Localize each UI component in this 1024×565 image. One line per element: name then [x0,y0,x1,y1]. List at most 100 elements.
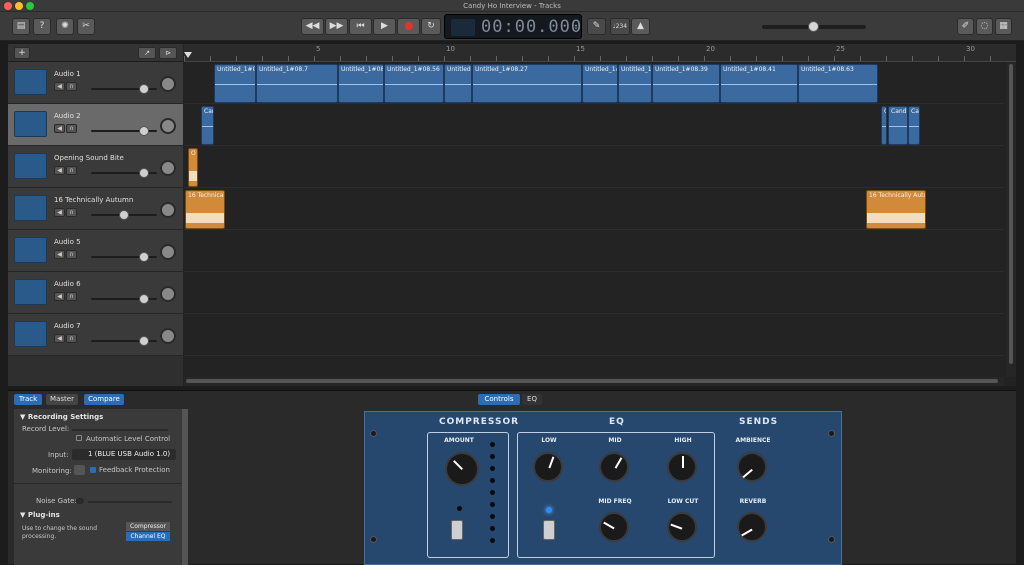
reverb-knob[interactable] [737,512,767,542]
track-header[interactable]: 16 Technically Autumn ◀ ∩ [8,188,183,230]
track-volume-knob[interactable] [119,210,129,220]
mute-button[interactable]: ◀ [54,292,65,301]
pan-knob[interactable] [160,286,176,302]
editors-button[interactable]: ✂ [77,18,95,35]
pan-knob[interactable] [160,202,176,218]
lcd-display[interactable]: 00:00.000 ⌄ [444,14,582,39]
low-knob[interactable] [533,452,563,482]
mute-button[interactable]: ◀ [54,124,65,133]
headphones-button[interactable]: ∩ [66,208,77,217]
pan-knob[interactable] [160,118,176,134]
audio-region[interactable]: Untitled_1#0 [582,64,618,103]
plugin-channel-eq[interactable]: Channel EQ [126,532,170,541]
audio-region[interactable]: Untitled [444,64,472,103]
ruler[interactable]: 5 10 15 20 25 30 [184,44,1016,62]
audio-region[interactable]: Untitled_1#08 [338,64,384,103]
tab-compare[interactable]: Compare [84,394,124,405]
audio-region[interactable]: O [188,148,198,187]
track-volume-slider[interactable] [91,336,157,346]
audio-region[interactable]: Untitled_1#08 [214,64,256,103]
audio-region[interactable]: Untitled_1#08.56 [384,64,444,103]
noise-gate-slider[interactable] [88,501,172,503]
track-lane[interactable] [184,146,1004,188]
headphones-button[interactable]: ∩ [66,82,77,91]
metronome-button[interactable]: ▲ [631,18,650,35]
track-volume-slider[interactable] [91,294,157,304]
mid-knob[interactable] [599,452,629,482]
headphones-button[interactable]: ∩ [66,124,77,133]
media-browser-button[interactable]: ▦ [995,18,1012,35]
library-button[interactable]: ▤ [12,18,30,35]
track-volume-slider[interactable] [91,210,157,220]
track-lane[interactable] [184,314,1004,356]
audio-region[interactable]: Untitled_1#08.63 [798,64,878,103]
smart-controls-button[interactable]: ✺ [56,18,74,35]
high-knob[interactable] [667,452,697,482]
forward-button[interactable]: ▶▶ [325,18,348,35]
eq-toggle[interactable] [543,520,555,540]
audio-region[interactable]: Untitled_1#08.39 [652,64,720,103]
pan-knob[interactable] [160,160,176,176]
track-header[interactable]: Opening Sound Bite ◀ ∩ [8,146,183,188]
mute-button[interactable]: ◀ [54,82,65,91]
tab-track[interactable]: Track [14,394,42,405]
flex-button[interactable]: ⊳ [159,47,177,59]
tab-eq[interactable]: EQ [522,394,542,405]
mute-button[interactable]: ◀ [54,250,65,259]
track-lane[interactable] [184,272,1004,314]
auto-level-checkbox[interactable] [76,435,82,441]
amount-knob[interactable] [445,452,479,486]
audio-region[interactable]: 16 Technically Autu [866,190,926,229]
add-track-button[interactable]: + [14,47,30,59]
pencil-button[interactable]: ✎ [587,18,606,35]
audio-region[interactable]: Can [201,106,214,145]
compressor-toggle[interactable] [451,520,463,540]
track-volume-knob[interactable] [138,126,149,136]
cycle-button[interactable]: ↻ [421,18,441,35]
audio-region[interactable]: 16 Technical [185,190,225,229]
audio-region[interactable]: Untitled_1#08.7 [256,64,338,103]
help-button[interactable]: ? [33,18,51,35]
track-lane[interactable] [184,230,1004,272]
track-volume-knob[interactable] [138,168,149,178]
headphones-button[interactable]: ∩ [66,250,77,259]
low-cut-knob[interactable] [667,512,697,542]
track-volume-slider[interactable] [91,84,157,94]
notepad-button[interactable]: ✐ [957,18,974,35]
headphones-button[interactable]: ∩ [66,166,77,175]
horizontal-scroll-thumb[interactable] [186,379,998,383]
mute-button[interactable]: ◀ [54,208,65,217]
mid-freq-knob[interactable] [599,512,629,542]
track-volume-knob[interactable] [138,294,149,304]
ambience-knob[interactable] [737,452,767,482]
pan-knob[interactable] [160,328,176,344]
mute-button[interactable]: ◀ [54,166,65,175]
loops-button[interactable]: ◌ [976,18,993,35]
input-select[interactable]: 1 (BLUE USB Audio 1.0) [72,449,176,460]
plugins-heading[interactable]: ▼ Plug-ins [20,511,60,519]
audio-region[interactable]: Untitled_1 [618,64,652,103]
headphones-button[interactable]: ∩ [66,292,77,301]
horizontal-scrollbar[interactable] [184,377,1004,386]
master-volume-knob[interactable] [808,21,819,32]
track-volume-slider[interactable] [91,252,157,262]
mute-button[interactable]: ◀ [54,334,65,343]
headphones-button[interactable]: ∩ [66,334,77,343]
track-volume-slider[interactable] [91,126,157,136]
plugin-compressor[interactable]: Compressor [126,522,170,531]
noise-gate-toggle[interactable] [76,498,84,504]
tuner-button[interactable]: ♩234 [610,18,630,35]
feedback-checkbox[interactable] [90,467,96,473]
track-header[interactable]: Audio 5 ◀ ∩ [8,230,183,272]
audio-region[interactable]: Untitled_1#08.27 [472,64,582,103]
vertical-scrollbar[interactable] [1006,62,1016,377]
rewind-button[interactable]: ◀◀ [301,18,324,35]
audio-region[interactable]: Untitled_1#08.41 [720,64,798,103]
vertical-scroll-thumb[interactable] [1009,64,1013,364]
track-header[interactable]: Audio 6 ◀ ∩ [8,272,183,314]
inspector-scrollbar[interactable] [182,409,188,565]
go-to-start-button[interactable]: ⏮ [349,18,372,35]
track-volume-knob[interactable] [138,252,149,262]
play-button[interactable]: ▶ [373,18,396,35]
pan-knob[interactable] [160,76,176,92]
